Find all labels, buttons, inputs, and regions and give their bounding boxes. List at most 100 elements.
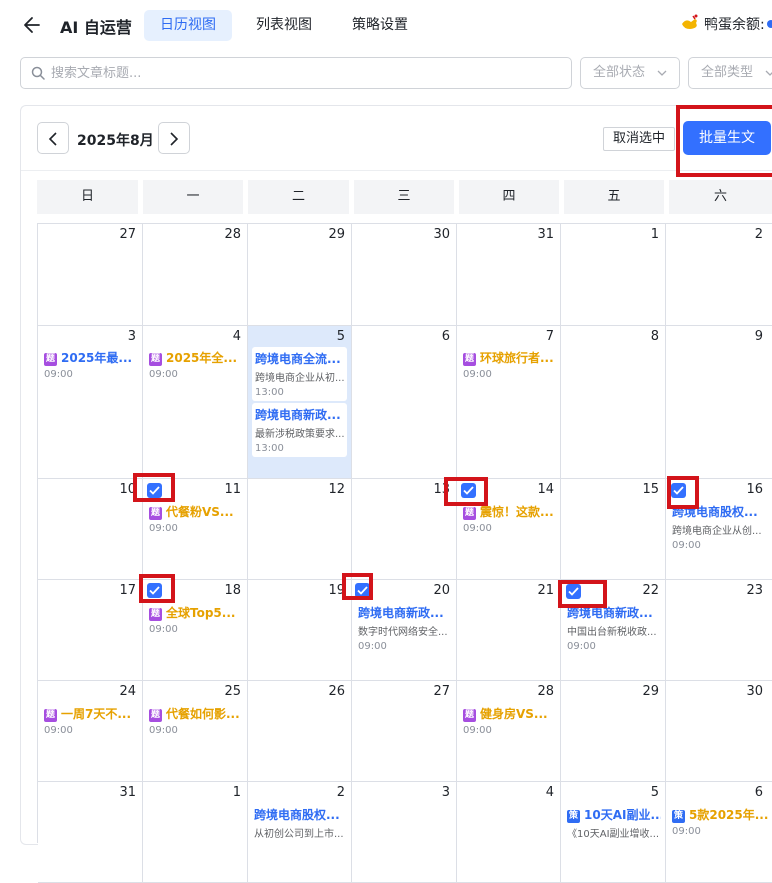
back-arrow-icon[interactable] [22, 14, 42, 36]
event-item[interactable]: 策 5款2025年... 09:00 [672, 806, 772, 837]
event-item[interactable]: 题代餐如何影... 09:00 [149, 705, 243, 736]
day-cell[interactable]: 31 [38, 782, 143, 883]
event-item[interactable]: 题健身房VS... 09:00 [463, 705, 556, 736]
day-cell[interactable]: 17 [38, 580, 143, 681]
weekday-fri: 五 [564, 180, 664, 214]
select-checkbox[interactable] [671, 483, 686, 498]
day-cell[interactable]: 1 [143, 782, 248, 883]
checkmark-icon [357, 586, 368, 595]
select-checkbox[interactable] [147, 583, 162, 598]
event-title: 2025年全... [166, 351, 238, 365]
select-checkbox[interactable] [461, 483, 476, 498]
select-checkbox[interactable] [147, 483, 162, 498]
event-time: 13:00 [255, 443, 284, 454]
event-title: 2025年最... [61, 351, 133, 365]
day-cell[interactable]: 29 [248, 224, 352, 326]
select-checkbox[interactable] [566, 584, 581, 599]
day-cell[interactable]: 30 [666, 681, 772, 782]
event-time: 13:00 [255, 387, 284, 398]
day-cell[interactable]: 19 [248, 580, 352, 681]
day-cell[interactable]: 3 题 2025年最... 09:00 [38, 326, 143, 479]
day-number: 29 [328, 227, 345, 242]
day-cell[interactable]: 13 [352, 479, 457, 580]
day-cell[interactable]: 28 题健身房VS... 09:00 [457, 681, 561, 782]
event-desc: 跨境电商企业从初... [255, 373, 344, 384]
day-cell[interactable]: 7 题环球旅行者... 09:00 [457, 326, 561, 479]
event-time: 09:00 [44, 369, 73, 380]
checkmark-icon [463, 486, 474, 495]
day-cell[interactable]: 31 [457, 224, 561, 326]
event-item[interactable]: 跨境电商股权... 从初创公司到上市... [254, 806, 347, 840]
day-cell[interactable]: 9 [666, 326, 772, 479]
balance: 鸭蛋余额: [680, 14, 772, 34]
day-number: 8 [650, 329, 659, 344]
day-number: 9 [754, 329, 763, 344]
day-cell[interactable]: 25 题代餐如何影... 09:00 [143, 681, 248, 782]
checkmark-icon [568, 587, 579, 596]
select-checkbox[interactable] [355, 583, 370, 598]
day-number: 5 [650, 785, 659, 800]
event-item[interactable]: 跨境电商股权... 跨境电商企业从创... 09:00 [672, 503, 772, 551]
strategy-tag: 策 [567, 810, 580, 823]
day-cell[interactable]: 21 [457, 580, 561, 681]
event-item[interactable]: 题 2025年全... 09:00 [149, 349, 243, 380]
day-cell[interactable]: 6 策 5款2025年... 09:00 [666, 782, 772, 883]
day-cell[interactable]: 4 [457, 782, 561, 883]
day-number: 22 [642, 583, 659, 598]
day-number: 19 [328, 583, 345, 598]
day-cell[interactable]: 6 [352, 326, 457, 479]
event-desc: 跨境电商企业从创... [672, 526, 762, 537]
event-item[interactable]: 题环球旅行者... 09:00 [463, 349, 556, 380]
event-item[interactable]: 题全球Top5... 09:00 [149, 604, 243, 635]
day-cell[interactable]: 28 [143, 224, 248, 326]
day-cell[interactable]: 26 [248, 681, 352, 782]
strategy-tag: 策 [672, 810, 685, 823]
day-cell[interactable]: 4 题 2025年全... 09:00 [143, 326, 248, 479]
day-cell[interactable]: 15 [561, 479, 666, 580]
event-card[interactable]: 跨境电商新政... 最新涉税政策要求... 13:00 [252, 403, 347, 457]
event-title: 5款2025年... [689, 808, 769, 822]
event-card[interactable]: 跨境电商全流... 跨境电商企业从初... 13:00 [252, 347, 347, 401]
day-cell[interactable]: 12 [248, 479, 352, 580]
day-cell[interactable]: 8 [561, 326, 666, 479]
day-cell[interactable]: 3 [352, 782, 457, 883]
day-cell[interactable]: 1 [561, 224, 666, 326]
batch-generate-button[interactable]: 批量生文 [683, 121, 771, 155]
cancel-selection-button[interactable]: 取消选中 [603, 127, 675, 151]
day-cell[interactable]: 5 策 10天AI副业... 《10天AI副业增收... [561, 782, 666, 883]
tab-calendar-view[interactable]: 日历视图 [144, 10, 232, 41]
chevron-left-icon [48, 132, 57, 146]
next-month-button[interactable] [158, 122, 190, 154]
day-cell[interactable]: 27 [352, 681, 457, 782]
weekday-thu: 四 [459, 180, 559, 214]
day-cell-today[interactable]: 5 跨境电商全流... 跨境电商企业从初... 13:00 跨境电商新政... … [248, 326, 352, 479]
event-item[interactable]: 题 2025年最... 09:00 [44, 349, 138, 380]
day-cell[interactable]: 23 [666, 580, 772, 681]
checkmark-icon [673, 486, 684, 495]
duck-logo-icon [682, 14, 698, 29]
day-cell[interactable]: 29 [561, 681, 666, 782]
prev-month-button[interactable] [37, 122, 69, 154]
search-input[interactable] [51, 63, 551, 83]
event-title: 跨境电商新政... [567, 606, 653, 620]
day-cell[interactable]: 24 题一周7天不... 09:00 [38, 681, 143, 782]
day-cell[interactable]: 10 [38, 479, 143, 580]
event-item[interactable]: 策 10天AI副业... 《10天AI副业增收... [567, 806, 661, 840]
event-item[interactable]: 题代餐粉VS... 09:00 [149, 503, 243, 534]
status-filter-select[interactable]: 全部状态 [580, 57, 680, 89]
event-time: 09:00 [463, 523, 492, 534]
topic-tag: 题 [44, 709, 57, 722]
event-item[interactable]: 跨境电商新政... 中国出台新税收政... 09:00 [567, 604, 661, 652]
current-month: 2025年8月 [77, 133, 154, 149]
event-item[interactable]: 题一周7天不... 09:00 [44, 705, 138, 736]
type-filter-select[interactable]: 全部类型 [688, 57, 772, 89]
day-cell[interactable]: 2 [666, 224, 772, 326]
day-cell[interactable]: 27 [38, 224, 143, 326]
topic-tag: 题 [149, 709, 162, 722]
tab-strategy-settings[interactable]: 策略设置 [336, 10, 424, 41]
tab-list-view[interactable]: 列表视图 [240, 10, 328, 41]
day-cell[interactable]: 2 跨境电商股权... 从初创公司到上市... [248, 782, 352, 883]
event-item[interactable]: 题震惊！这款... 09:00 [463, 503, 556, 534]
event-item[interactable]: 跨境电商新政... 数字时代网络安全... 09:00 [358, 604, 452, 652]
day-cell[interactable]: 30 [352, 224, 457, 326]
